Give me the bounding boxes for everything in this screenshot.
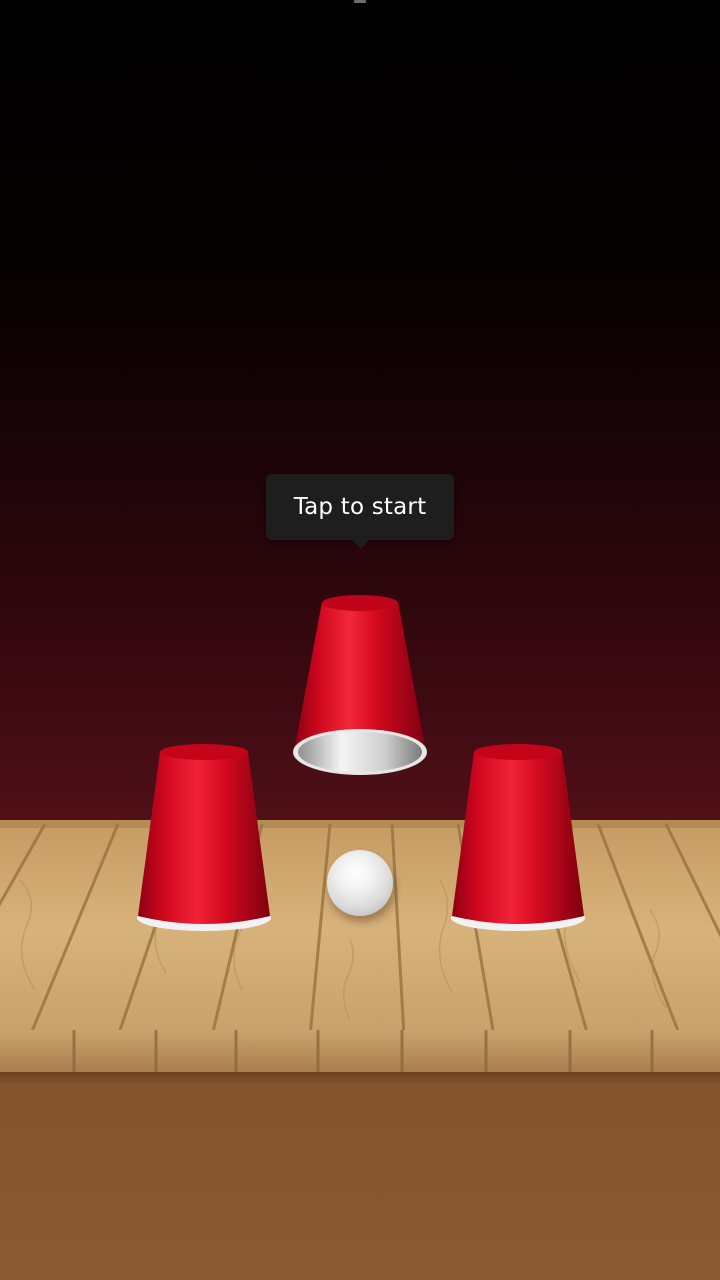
status-bar-indicator: [354, 0, 366, 3]
game-scene[interactable]: Tap to start: [0, 0, 720, 1280]
prompt-pointer: [352, 539, 370, 549]
ball: [327, 850, 393, 916]
cup-left[interactable]: [134, 742, 274, 934]
tap-to-start-prompt[interactable]: Tap to start: [266, 474, 454, 540]
cup-center[interactable]: [290, 592, 430, 782]
prompt-label: Tap to start: [293, 494, 427, 520]
cup-right[interactable]: [448, 742, 588, 934]
